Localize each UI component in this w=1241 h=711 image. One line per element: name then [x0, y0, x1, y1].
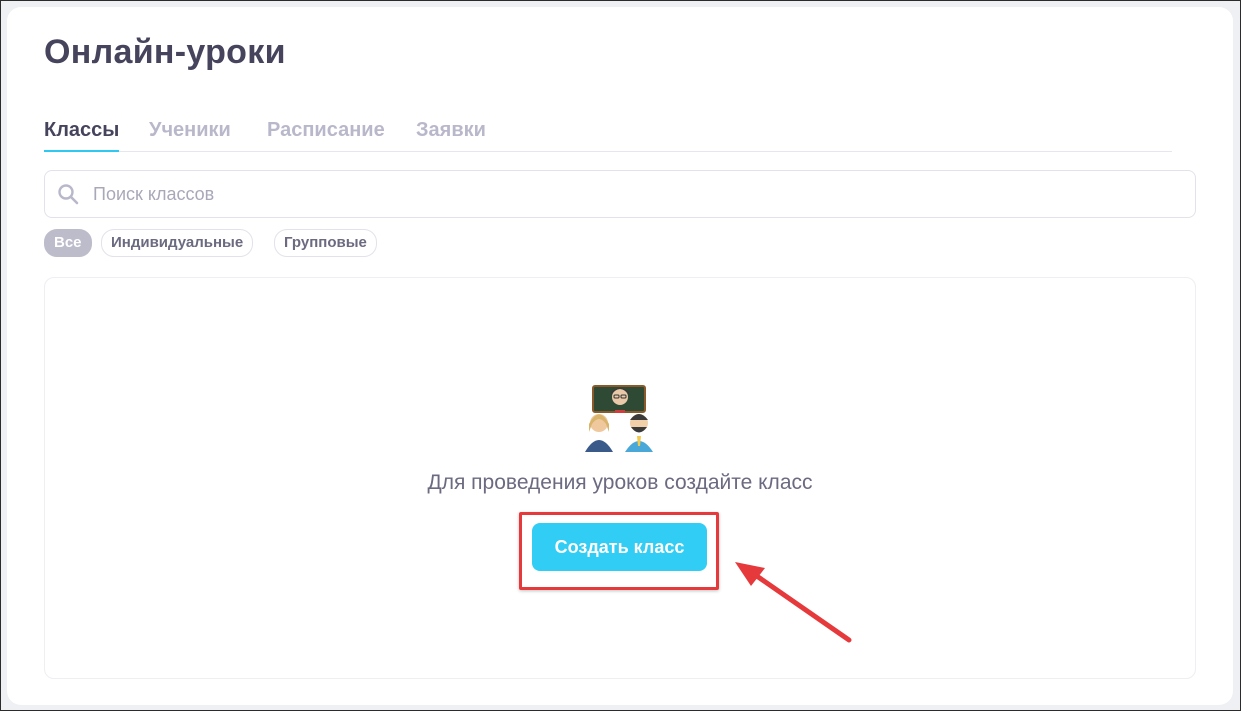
search-input[interactable] — [91, 179, 1175, 209]
empty-state-message: Для проведения уроков создайте класс — [427, 471, 813, 494]
page-title: Онлайн-уроки — [44, 33, 286, 71]
filter-group[interactable]: Групповые — [274, 229, 377, 257]
search-box — [44, 170, 1196, 218]
teachers-illustration — [585, 385, 653, 452]
empty-state-panel: Для проведения уроков создайте класс Соз… — [44, 277, 1196, 679]
tab-students[interactable]: Ученики — [149, 119, 231, 150]
filter-individual[interactable]: Индивидуальные — [101, 229, 254, 257]
tab-classes[interactable]: Классы — [44, 119, 120, 152]
window-frame: Онлайн-уроки Классы Ученики Расписание З… — [0, 0, 1241, 711]
filter-all[interactable]: Все — [44, 229, 92, 257]
create-class-button[interactable]: Создать класс — [532, 523, 707, 571]
search-icon — [58, 184, 79, 205]
tab-schedule[interactable]: Расписание — [267, 119, 385, 150]
annotation-arrow — [735, 562, 852, 643]
main-card: Онлайн-уроки Классы Ученики Расписание З… — [7, 7, 1233, 705]
tab-requests[interactable]: Заявки — [416, 119, 486, 150]
tab-bar: Классы Ученики Расписание Заявки — [44, 119, 1172, 152]
